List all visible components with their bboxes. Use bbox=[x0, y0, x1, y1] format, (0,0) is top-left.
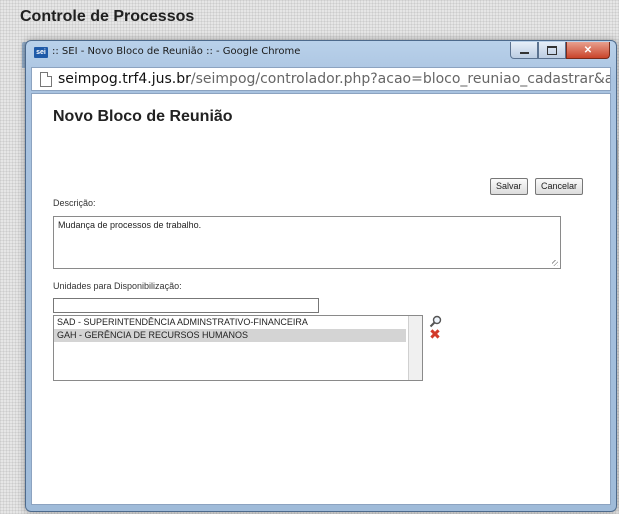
maximize-button[interactable] bbox=[538, 42, 566, 59]
minimize-icon bbox=[519, 52, 529, 54]
search-unit-button[interactable] bbox=[428, 314, 442, 328]
page-title: Controle de Processos bbox=[20, 8, 195, 25]
description-label: Descrição: bbox=[53, 198, 96, 208]
description-value: Mudança de processos de trabalho. bbox=[58, 220, 202, 230]
close-button[interactable]: ✕ bbox=[566, 42, 610, 59]
address-bar[interactable]: seimpog.trf4.jus.br/seimpog/controlador.… bbox=[31, 67, 611, 91]
remove-unit-button[interactable]: ✖ bbox=[428, 327, 442, 343]
listbox-scrollbar[interactable] bbox=[408, 316, 422, 380]
save-button[interactable]: Salvar bbox=[490, 178, 528, 195]
search-icon bbox=[429, 315, 441, 327]
page-icon bbox=[40, 72, 52, 87]
url-host: seimpog.trf4.jus.br bbox=[58, 71, 191, 87]
units-label: Unidades para Disponibilização: bbox=[53, 281, 182, 291]
unit-list-item[interactable]: SAD - SUPERINTENDÊNCIA ADMINSTRATIVO-FIN… bbox=[54, 316, 406, 329]
form-title: Novo Bloco de Reunião bbox=[53, 108, 233, 125]
description-textarea[interactable]: Mudança de processos de trabalho. bbox=[53, 216, 561, 269]
window-titlebar[interactable]: sei :: SEI - Novo Bloco de Reunião :: - … bbox=[26, 41, 616, 65]
unit-list-item[interactable]: GAH - GERÊNCIA DE RECURSOS HUMANOS bbox=[54, 329, 406, 342]
url-text: seimpog.trf4.jus.br/seimpog/controlador.… bbox=[58, 71, 610, 87]
unit-search-input[interactable] bbox=[53, 298, 319, 313]
url-path: /seimpog/controlador.php?acao=bloco_reun… bbox=[190, 71, 610, 87]
units-listbox[interactable]: SAD - SUPERINTENDÊNCIA ADMINSTRATIVO-FIN… bbox=[53, 315, 423, 381]
minimize-button[interactable] bbox=[510, 42, 538, 59]
window-controls: ✕ bbox=[510, 42, 610, 59]
resize-grip[interactable] bbox=[552, 260, 558, 266]
maximize-icon bbox=[547, 45, 557, 55]
close-icon: ✕ bbox=[583, 44, 593, 56]
remove-icon: ✖ bbox=[429, 327, 441, 343]
cancel-button[interactable]: Cancelar bbox=[535, 178, 584, 195]
popup-window: sei :: SEI - Novo Bloco de Reunião :: - … bbox=[25, 40, 617, 512]
app-icon: sei bbox=[34, 47, 48, 58]
page-content: Novo Bloco de Reunião Salvar Cancelar De… bbox=[31, 93, 611, 505]
window-title: :: SEI - Novo Bloco de Reunião :: - Goog… bbox=[52, 46, 301, 57]
